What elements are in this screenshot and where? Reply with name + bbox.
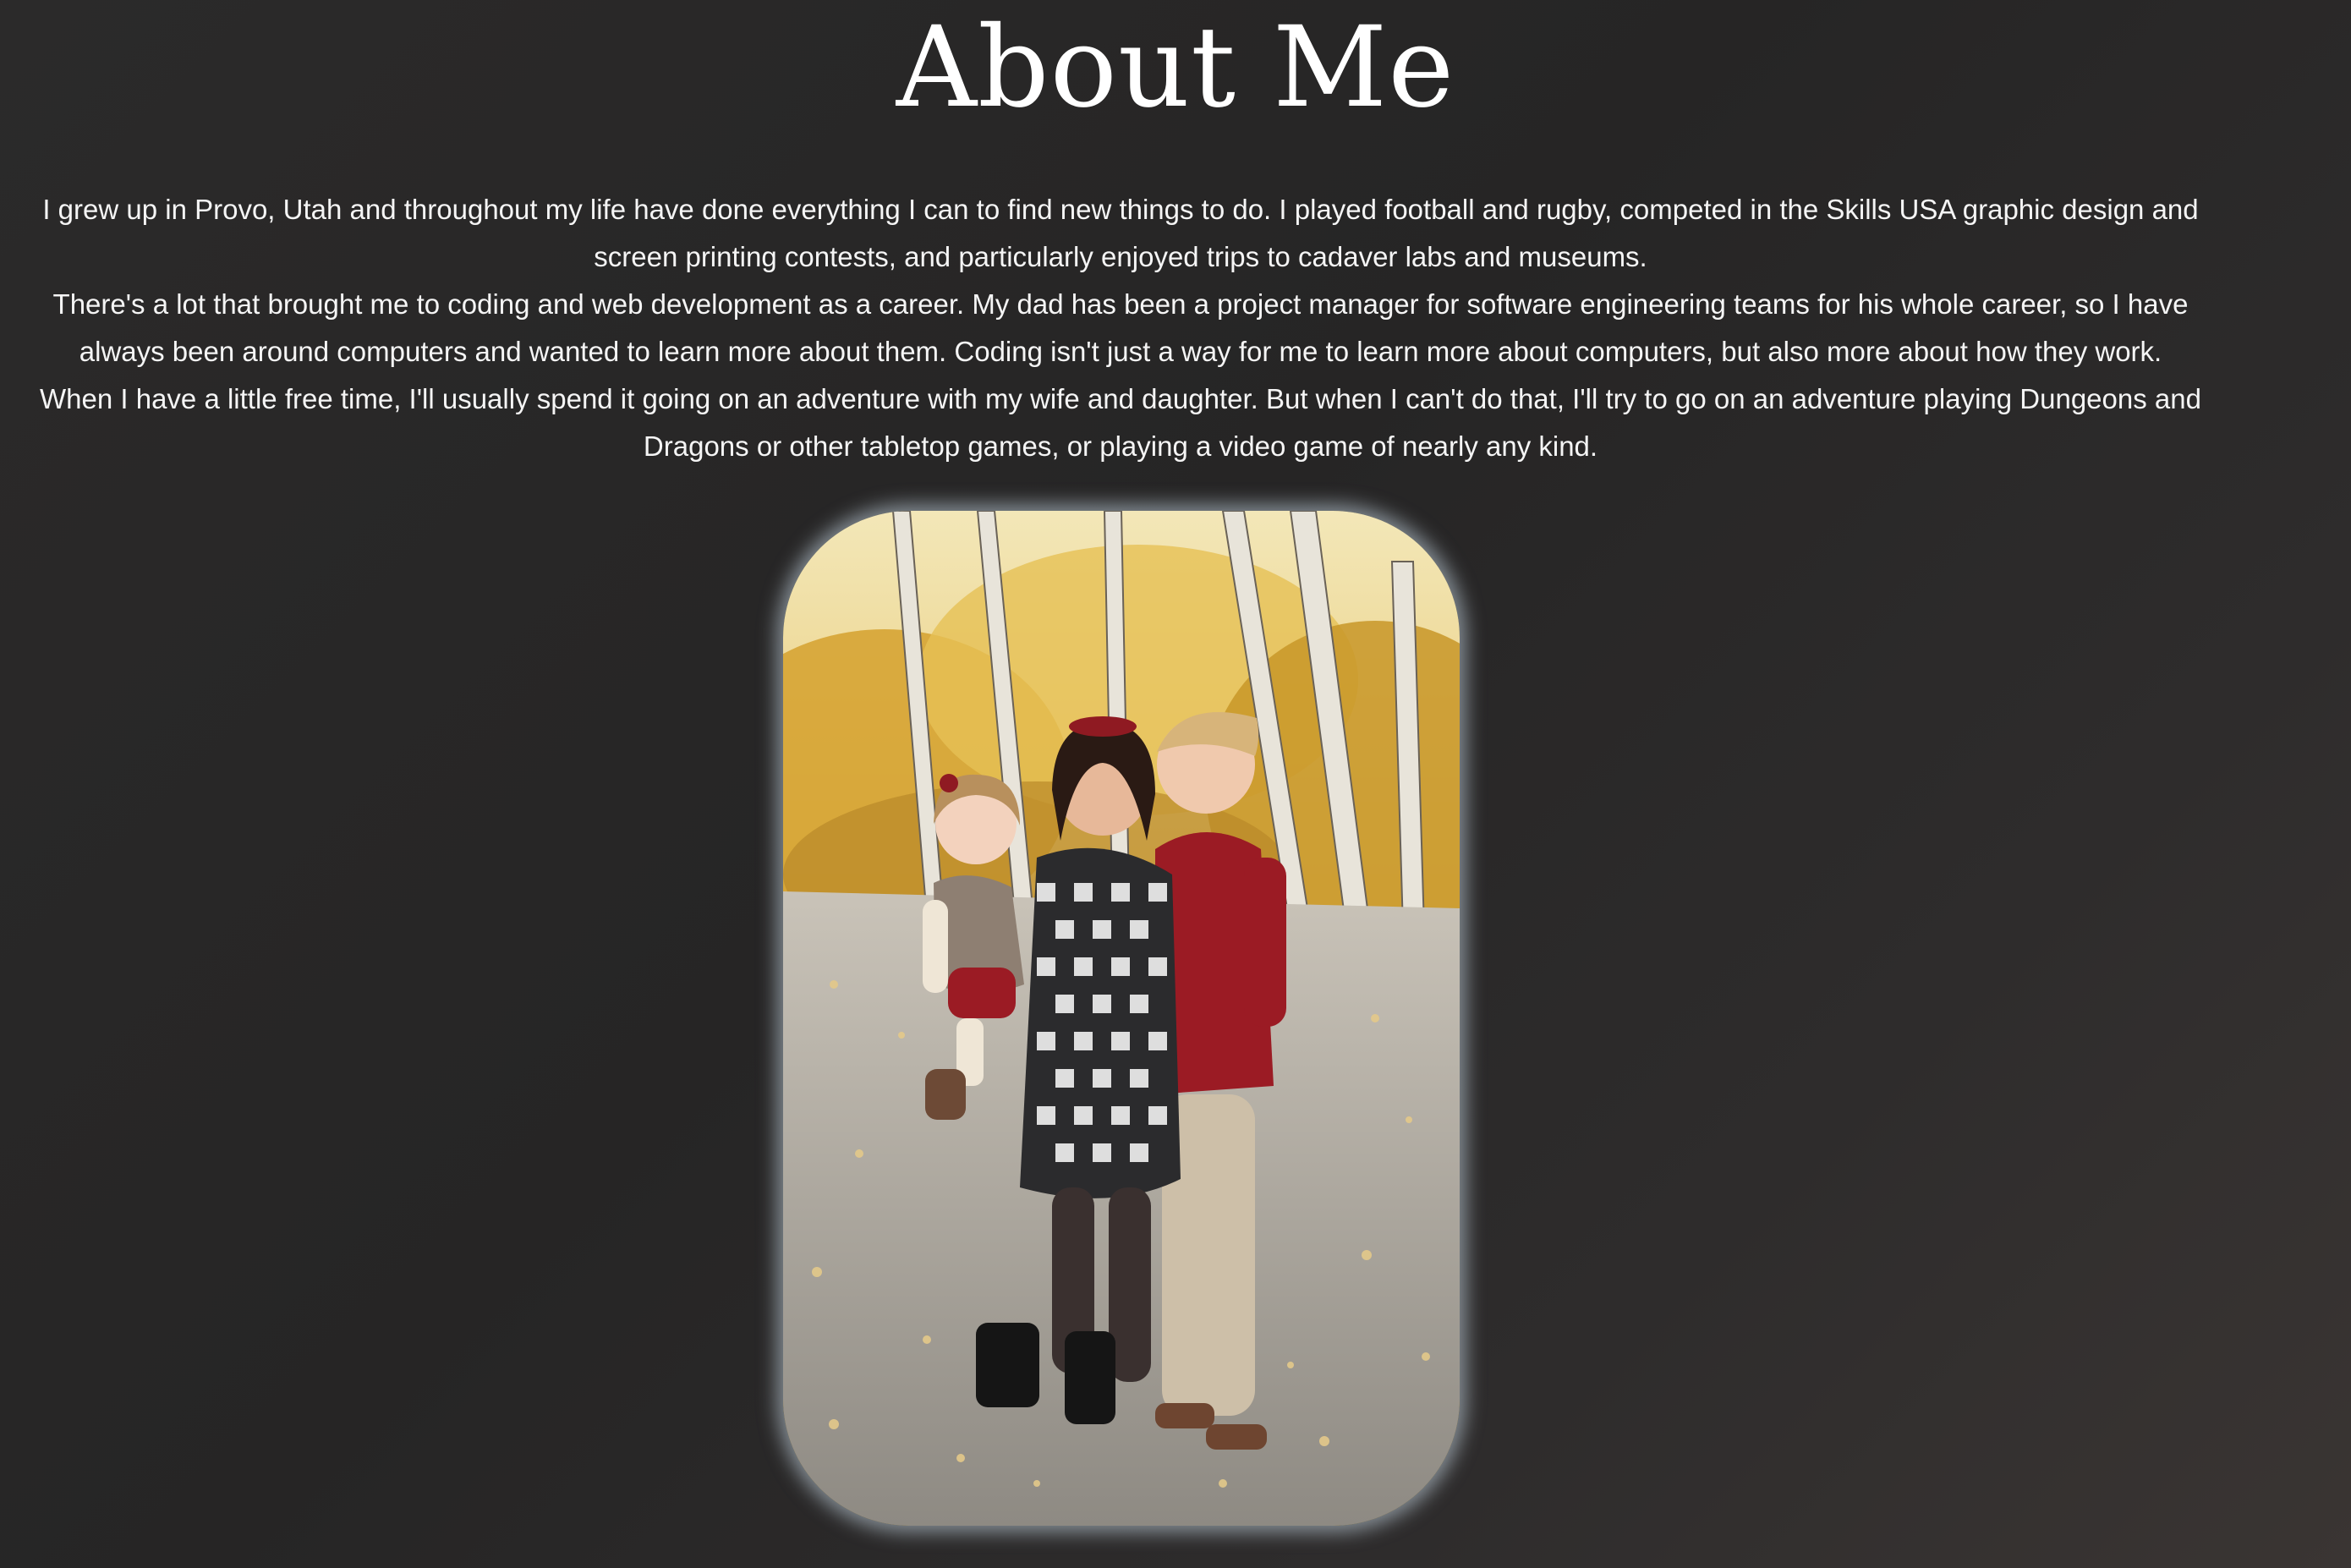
bio-paragraph-3: When I have a little free time, I'll usu… [40, 383, 2201, 462]
bio-paragraph-1: I grew up in Provo, Utah and throughout … [42, 194, 2199, 272]
family-photo [783, 511, 1460, 1526]
family-photo-image [783, 511, 1460, 1526]
about-page: About Me I grew up in Provo, Utah and th… [0, 0, 2351, 1568]
page-title: About Me [896, 3, 1455, 133]
bio-text: I grew up in Provo, Utah and throughout … [25, 186, 2216, 470]
bio-paragraph-2: There's a lot that brought me to coding … [52, 288, 2189, 367]
